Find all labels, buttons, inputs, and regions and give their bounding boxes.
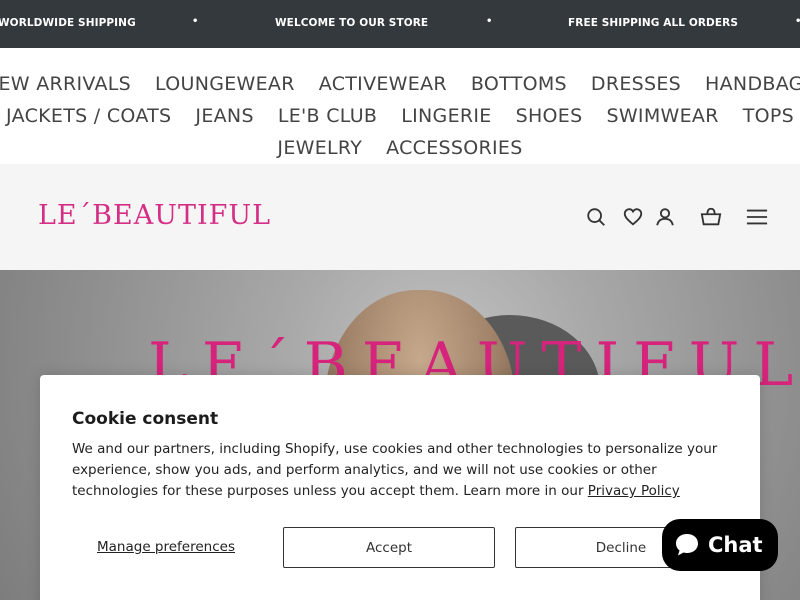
announcement-message: WELCOME TO OUR STORE bbox=[275, 17, 429, 29]
account-icon[interactable] bbox=[654, 206, 676, 228]
announcement-separator: • bbox=[486, 16, 493, 27]
nav-link-shoes[interactable]: SHOES bbox=[516, 104, 583, 128]
nav-link-activewear[interactable]: ACTIVEWEAR bbox=[319, 72, 447, 96]
nav-row: JACKETS / COATS JEANS LE'B CLUB LINGERIE… bbox=[0, 104, 800, 128]
nav-link-leb-club[interactable]: LE'B CLUB bbox=[278, 104, 377, 128]
announcement-separator: • bbox=[192, 16, 199, 27]
nav-row: NEW ARRIVALS LOUNGEWEAR ACTIVEWEAR BOTTO… bbox=[0, 72, 800, 96]
accept-button[interactable]: Accept bbox=[283, 527, 495, 568]
chat-bubble-icon bbox=[674, 532, 700, 558]
nav-row: JEWELRY ACCESSORIES bbox=[0, 136, 800, 160]
nav-link-jackets-coats[interactable]: JACKETS / COATS bbox=[6, 104, 171, 128]
cookie-consent-dialog: Cookie consent We and our partners, incl… bbox=[40, 375, 760, 600]
announcement-bar: WORLDWIDE SHIPPING • WELCOME TO OUR STOR… bbox=[0, 0, 800, 48]
search-icon[interactable] bbox=[585, 206, 607, 228]
nav-link-accessories[interactable]: ACCESSORIES bbox=[386, 136, 522, 160]
nav-link-bottoms[interactable]: BOTTOMS bbox=[471, 72, 567, 96]
nav-link-jewelry[interactable]: JEWELRY bbox=[277, 136, 362, 160]
cookie-body: We and our partners, including Shopify, … bbox=[72, 439, 742, 502]
chat-label: Chat bbox=[708, 533, 763, 557]
announcement-message: FREE SHIPPING ALL ORDERS bbox=[568, 17, 738, 29]
site-header: LE´BEAUTIFUL bbox=[0, 164, 800, 270]
category-navigation: NEW ARRIVALS LOUNGEWEAR ACTIVEWEAR BOTTO… bbox=[0, 48, 800, 164]
nav-link-lingerie[interactable]: LINGERIE bbox=[401, 104, 491, 128]
privacy-policy-link[interactable]: Privacy Policy bbox=[588, 483, 680, 499]
cookie-title: Cookie consent bbox=[72, 409, 219, 429]
chat-widget-button[interactable]: Chat bbox=[662, 519, 778, 571]
nav-link-tops[interactable]: TOPS bbox=[743, 104, 794, 128]
manage-preferences-link[interactable]: Manage preferences bbox=[97, 539, 235, 555]
menu-hamburger-icon[interactable] bbox=[746, 206, 768, 228]
site-logo[interactable]: LE´BEAUTIFUL bbox=[38, 200, 271, 231]
nav-link-loungewear[interactable]: LOUNGEWEAR bbox=[155, 72, 295, 96]
announcement-separator: • bbox=[795, 16, 800, 27]
nav-link-handbags[interactable]: HANDBAGS bbox=[705, 72, 800, 96]
nav-link-swimwear[interactable]: SWIMWEAR bbox=[606, 104, 718, 128]
cart-basket-icon[interactable] bbox=[700, 206, 722, 228]
announcement-message: WORLDWIDE SHIPPING bbox=[0, 17, 136, 29]
nav-link-new-arrivals[interactable]: NEW ARRIVALS bbox=[0, 72, 131, 96]
nav-link-jeans[interactable]: JEANS bbox=[195, 104, 253, 128]
wishlist-heart-icon[interactable] bbox=[622, 206, 644, 228]
nav-link-dresses[interactable]: DRESSES bbox=[591, 72, 681, 96]
